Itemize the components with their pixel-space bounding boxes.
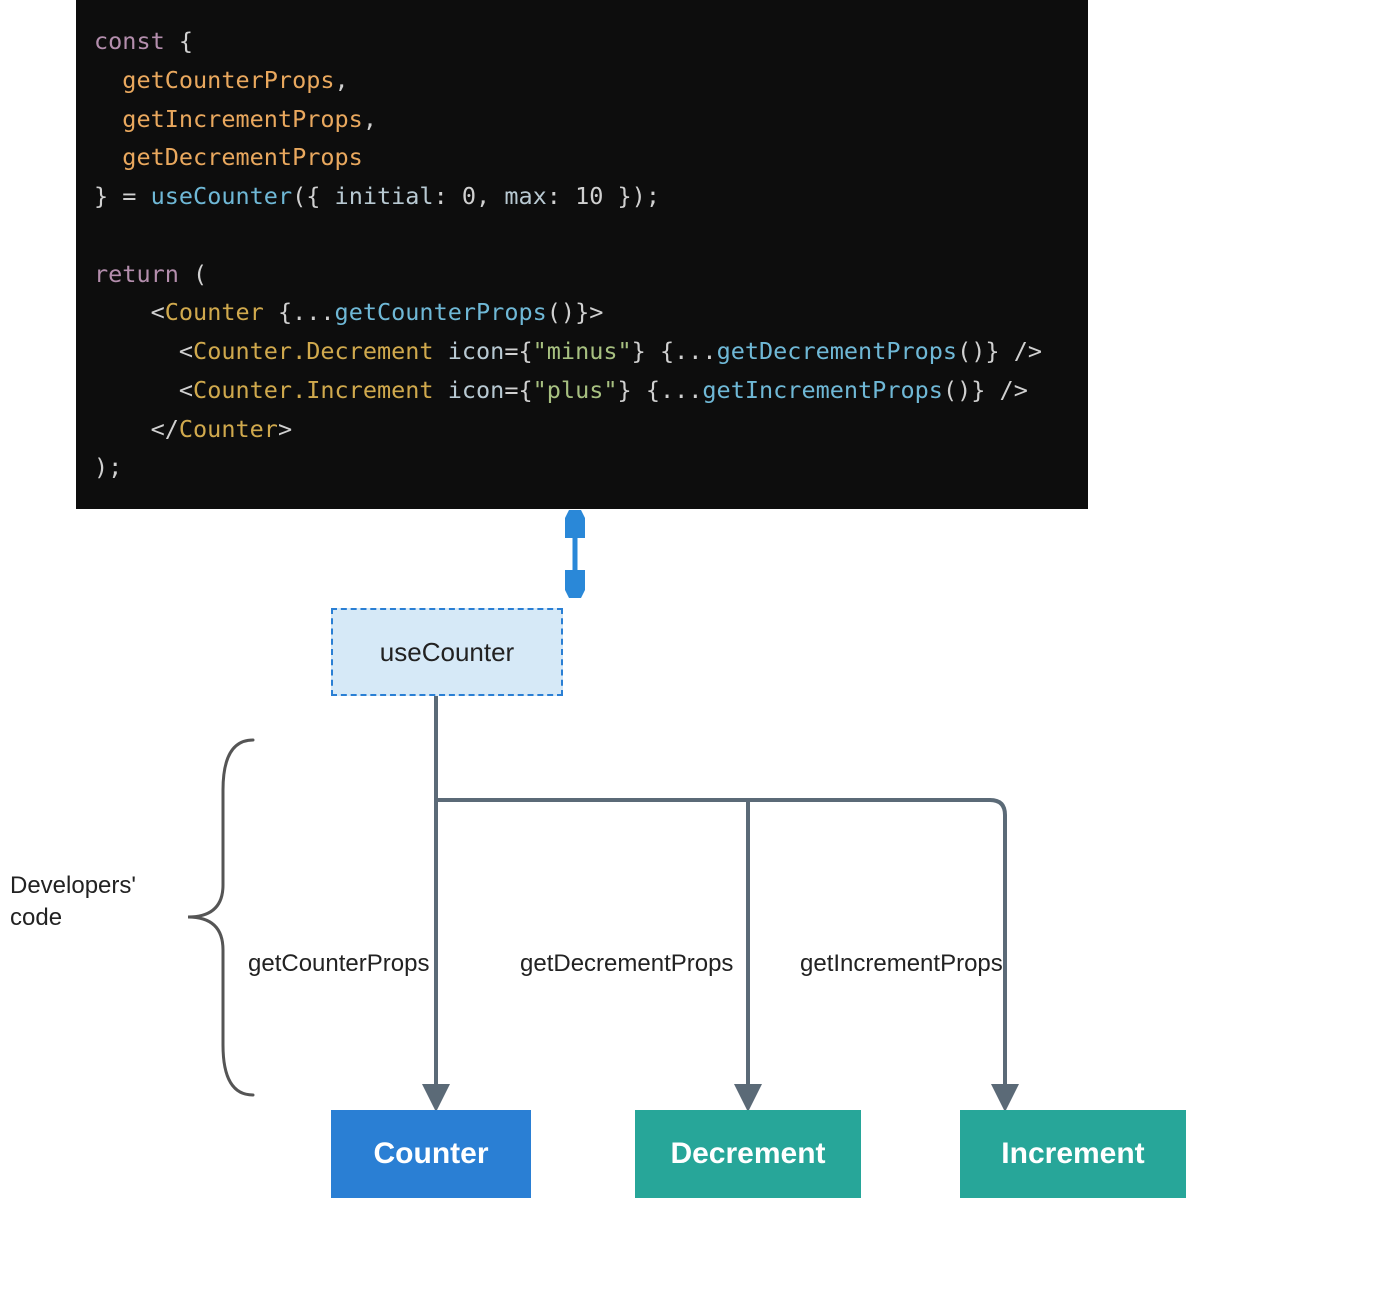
diagram-area: useCounter getCounterProps getDecrementP… (0, 500, 1400, 1300)
box-increment: Increment (960, 1110, 1186, 1198)
ident-getIncrementProps: getIncrementProps (122, 105, 363, 133)
developers-code-label: Developers' code (10, 870, 136, 935)
box-decrement: Decrement (635, 1110, 861, 1198)
edge-label-getcounterprops: getCounterProps (248, 950, 429, 978)
box-counter: Counter (331, 1110, 531, 1198)
code-snippet: const { getCounterProps, getIncrementPro… (76, 0, 1088, 509)
brace-open: { (179, 27, 193, 55)
keyword-const: const (94, 27, 165, 55)
edge-label-getdecrementprops: getDecrementProps (520, 950, 733, 978)
jsx-counter-close: Counter (179, 415, 278, 443)
keyword-return: return (94, 260, 179, 288)
edge-label-getincrementprops: getIncrementProps (800, 950, 1003, 978)
jsx-counter-increment: Counter.Increment (193, 376, 434, 404)
box-counter-label: Counter (374, 1137, 489, 1171)
curly-brace-icon (168, 735, 268, 1100)
jsx-counter-decrement: Counter.Decrement (193, 337, 434, 365)
fn-useCounter: useCounter (151, 182, 292, 210)
double-arrow-icon (565, 510, 585, 598)
ident-getDecrementProps: getDecrementProps (122, 143, 363, 171)
hook-box-usecounter: useCounter (331, 608, 563, 696)
box-increment-label: Increment (1001, 1137, 1144, 1171)
box-decrement-label: Decrement (670, 1137, 825, 1171)
hook-box-label: useCounter (380, 637, 514, 668)
ident-getCounterProps: getCounterProps (122, 66, 334, 94)
jsx-counter-open: Counter (165, 298, 264, 326)
